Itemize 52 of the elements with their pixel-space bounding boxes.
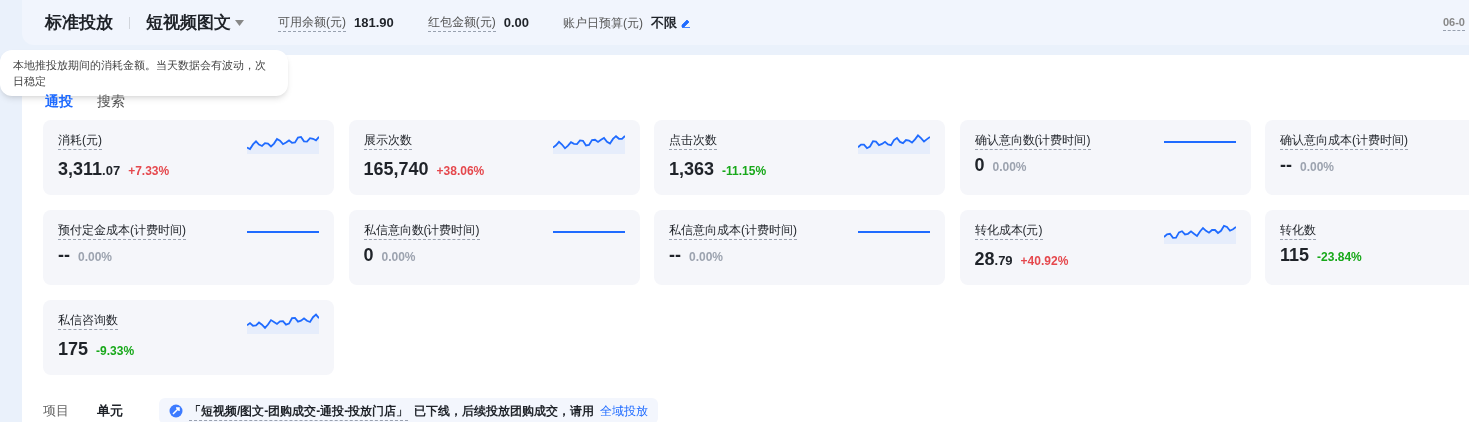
date-text: 06-0 — [1442, 13, 1465, 32]
field-value: 0.00 — [503, 13, 530, 32]
page-title: 标准投放 — [45, 11, 113, 34]
metric-label: 确认意向数(计费时间) — [974, 132, 1091, 150]
metric-change: +38.06% — [436, 163, 485, 180]
field-label: 账户日预算(元) — [563, 14, 644, 32]
field-label: 可用余额(元) — [278, 13, 346, 32]
metric-value: 165,740 — [363, 158, 429, 181]
metric-label: 点击次数 — [669, 132, 717, 150]
metric-value: 1,363 — [669, 158, 715, 181]
tab[interactable]: 通投 — [45, 90, 73, 112]
metric-label: 展示次数 — [363, 132, 412, 150]
metric-value: 28.79 — [974, 248, 1013, 271]
metric-value: 175 — [58, 338, 89, 361]
metric-value: 0 — [974, 154, 985, 177]
field-value: 181.90 — [354, 13, 394, 32]
metric-value: -- — [1280, 154, 1292, 177]
metric-label: 私信意向数(计费时间) — [363, 222, 480, 240]
metric-label: 确认意向成本(计费时间) — [1280, 132, 1408, 150]
notice-link[interactable]: 全域投放 — [600, 402, 649, 420]
metric-value: 0 — [363, 244, 374, 267]
metric-change: 0.00% — [381, 249, 416, 266]
metric-label: 私信意向成本(计费时间) — [669, 222, 797, 240]
metric-label: 私信咨询数 — [58, 312, 118, 330]
caret-icon — [235, 19, 244, 26]
mode-dropdown[interactable]: 短视频图文 — [146, 9, 244, 36]
metric-change: 0.00% — [1300, 159, 1335, 176]
tooltip-text: 本地推投放期间的消耗金额。当天数据会有波动，次日稳定 — [13, 58, 267, 89]
level-tab[interactable]: 项目 — [43, 401, 69, 421]
metric-change: -9.33% — [96, 343, 135, 360]
metric-change: -23.84% — [1317, 249, 1362, 266]
metric-change: +40.92% — [1020, 253, 1069, 270]
field-value: 不限 — [651, 13, 678, 32]
metric-label: 转化成本(元) — [974, 222, 1043, 240]
metric-change: -11.15% — [722, 163, 767, 180]
notice-text: 已下线，后续投放团购成交，请用 — [414, 403, 595, 420]
metric-value: 115 — [1280, 244, 1310, 267]
edit-icon[interactable] — [681, 17, 692, 28]
metric-label: 消耗(元) — [58, 132, 102, 150]
metric-value: 3,311.07 — [58, 158, 121, 181]
metric-change: 0.00% — [689, 249, 724, 266]
metric-change: 0.00% — [992, 159, 1027, 176]
level-tab[interactable]: 单元 — [97, 401, 123, 421]
metric-value: -- — [669, 244, 681, 267]
metric-label: 预付定金成本(计费时间) — [58, 222, 186, 240]
metric-label: 转化数 — [1280, 222, 1316, 240]
notice-quoted-text: 「短视频/图文-团购成交-通投-投放门店」 — [189, 401, 409, 421]
metric-value: -- — [58, 244, 70, 267]
metric-change: +7.33% — [128, 163, 170, 180]
field-label: 红包金额(元) — [427, 13, 496, 32]
metric-change: 0.00% — [78, 249, 113, 266]
tab[interactable]: 搜索 — [97, 90, 125, 112]
